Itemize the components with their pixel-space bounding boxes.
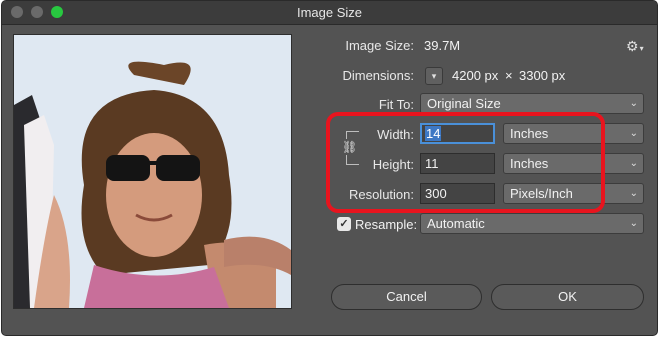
- chevron-down-icon: ⌄: [629, 98, 638, 109]
- chevron-down-icon: ⌄: [629, 128, 638, 139]
- fit-to-label: Fit To:: [378, 97, 414, 112]
- resample-select[interactable]: Automatic ⌄: [420, 213, 644, 234]
- resample-checkbox[interactable]: ✓: [337, 217, 351, 231]
- preview-photo: [14, 35, 291, 308]
- resample-label: Resample:: [355, 217, 418, 232]
- title-bar: Image Size: [2, 1, 657, 25]
- chevron-down-icon: ⌄: [629, 188, 638, 199]
- dimensions-height: 3300 px: [519, 68, 566, 83]
- image-size-value: 39.7M: [424, 38, 461, 53]
- ok-button[interactable]: OK: [491, 284, 644, 310]
- chevron-down-icon[interactable]: ▾: [425, 67, 443, 85]
- annotation-highlight-box: [326, 112, 605, 213]
- checkmark-icon: ✓: [339, 218, 349, 230]
- resample-value: Automatic: [427, 216, 485, 231]
- dimensions-separator: ×: [505, 68, 513, 83]
- gear-icon[interactable]: ⚙▾: [626, 38, 644, 55]
- window-title: Image Size: [296, 5, 363, 20]
- dimensions-width: 4200 px: [452, 68, 499, 83]
- image-preview[interactable]: [13, 34, 292, 309]
- dimensions-label: Dimensions:: [342, 68, 414, 83]
- cancel-button[interactable]: Cancel: [331, 284, 482, 310]
- chevron-down-icon: ⌄: [629, 158, 638, 169]
- chevron-down-icon: ⌄: [629, 218, 638, 229]
- fit-to-select[interactable]: Original Size ⌄: [420, 93, 644, 114]
- fit-to-value: Original Size: [427, 96, 501, 111]
- image-size-label: Image Size:: [345, 38, 414, 53]
- image-size-dialog: Image Size Image Size: 39.7M ⚙▾ Dimensio…: [1, 0, 658, 336]
